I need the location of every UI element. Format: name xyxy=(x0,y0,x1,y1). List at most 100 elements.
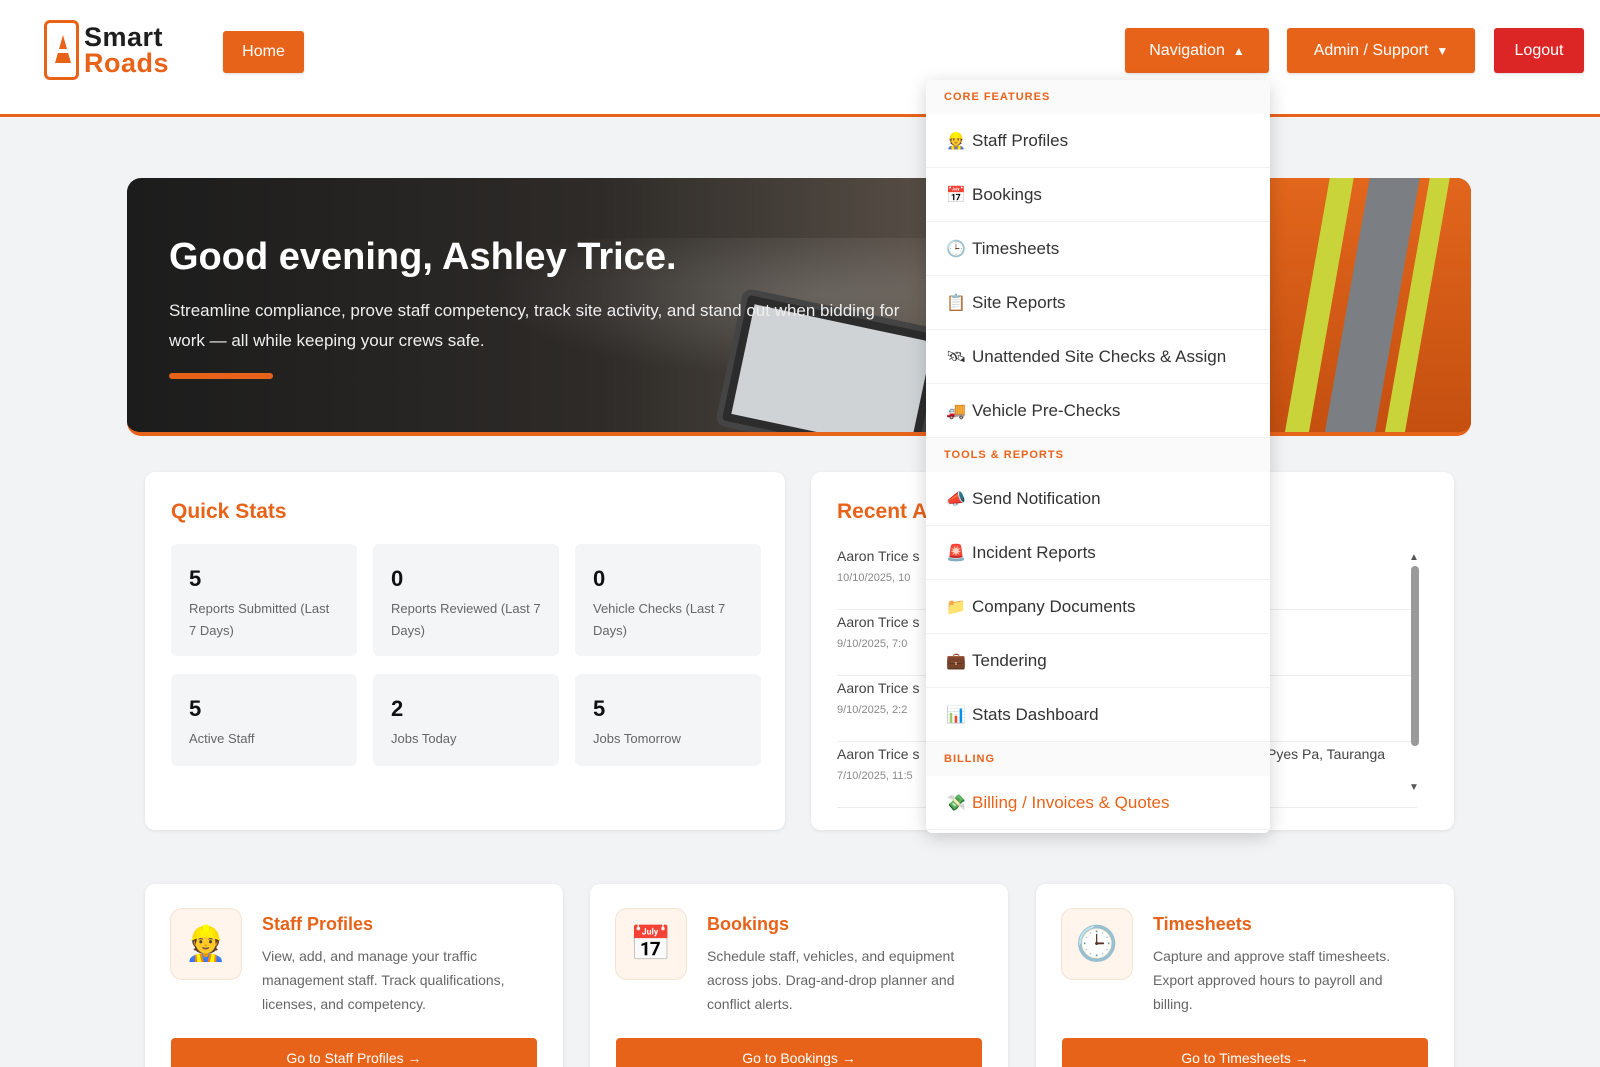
activity-scrollbar[interactable]: ▲ ▼ xyxy=(1409,552,1419,793)
folder-icon: 📁 xyxy=(946,598,966,616)
recent-activity-title: Recent A xyxy=(837,500,928,523)
satellite-icon: 🛰 xyxy=(946,348,967,366)
briefcase-icon: 💼 xyxy=(946,652,966,670)
feature-title: Bookings xyxy=(707,914,790,934)
feature-description: Schedule staff, vehicles, and equipment … xyxy=(707,948,955,1012)
stat-reports-reviewed: 0 Reports Reviewed (Last 7 Days) xyxy=(373,544,559,656)
menu-item-vehicle-pre-checks[interactable]: 🚚 Vehicle Pre-Checks xyxy=(926,384,1270,438)
bar-chart-icon: 📊 xyxy=(946,706,966,724)
stat-value: 0 xyxy=(391,566,404,591)
admin-support-label: Admin / Support xyxy=(1313,41,1429,59)
stat-label: Reports Reviewed (Last 7 Days) xyxy=(391,601,541,638)
menu-item-timesheets[interactable]: 🕒 Timesheets xyxy=(926,222,1270,276)
go-to-staff-profiles-button[interactable]: Go to Staff Profiles → xyxy=(171,1038,537,1067)
brand-line2: Roads xyxy=(84,48,170,78)
menu-item-label: Company Documents xyxy=(972,596,1136,616)
activity-text: Aaron Trice s xyxy=(837,746,920,762)
navigation-dropdown-menu: CORE FEATURES 👷 Staff Profiles 📅 Bookings … xyxy=(926,80,1270,833)
clock-icon: 🕒 xyxy=(1061,908,1133,980)
hero-safety-vest-image xyxy=(1267,178,1471,432)
menu-item-label: Timesheets xyxy=(972,238,1060,258)
menu-item-label: Incident Reports xyxy=(972,542,1096,562)
quick-stats-title: Quick Stats xyxy=(171,500,287,523)
admin-support-button[interactable]: Admin / Support ▼ xyxy=(1287,28,1475,73)
caret-up-icon: ▲ xyxy=(1232,43,1245,58)
megaphone-icon: 📣 xyxy=(946,490,966,508)
feature-card-timesheets: 🕒 Timesheets Capture and approve staff t… xyxy=(1036,884,1454,1067)
menu-item-billing[interactable]: 💸 Billing / Invoices & Quotes xyxy=(926,776,1270,830)
siren-icon: 🚨 xyxy=(946,544,966,562)
hero-accent-bar xyxy=(169,373,273,379)
menu-item-label: Bookings xyxy=(972,184,1042,204)
caret-down-icon: ▼ xyxy=(1436,43,1449,58)
stat-active-staff: 5 Active Staff xyxy=(171,674,357,766)
smart-roads-logo[interactable]: Smart Roads xyxy=(44,20,184,82)
menu-section-heading: CORE FEATURES xyxy=(926,80,1270,114)
go-to-bookings-button[interactable]: Go to Bookings → xyxy=(616,1038,982,1067)
go-to-timesheets-button[interactable]: Go to Timesheets → xyxy=(1062,1038,1428,1067)
scroll-down-icon[interactable]: ▼ xyxy=(1409,782,1419,793)
clipboard-icon: 📋 xyxy=(946,294,966,312)
menu-item-send-notification[interactable]: 📣 Send Notification xyxy=(926,472,1270,526)
money-icon: 💸 xyxy=(946,794,966,812)
logout-button[interactable]: Logout xyxy=(1494,28,1584,73)
phone-cone-icon xyxy=(44,20,79,80)
menu-item-tendering[interactable]: 💼 Tendering xyxy=(926,634,1270,688)
feature-card-staff-profiles: 👷 Staff Profiles View, add, and manage y… xyxy=(145,884,563,1067)
menu-item-stats-dashboard[interactable]: 📊 Stats Dashboard xyxy=(926,688,1270,742)
quick-stats-card: Quick Stats 5 Reports Submitted (Last 7 … xyxy=(145,472,785,830)
stat-reports-submitted: 5 Reports Submitted (Last 7 Days) xyxy=(171,544,357,656)
activity-text: Aaron Trice s xyxy=(837,680,920,696)
menu-item-unattended-site-checks[interactable]: 🛰 Unattended Site Checks & Assign xyxy=(926,330,1270,384)
feature-title: Timesheets xyxy=(1153,914,1252,934)
menu-item-site-reports[interactable]: 📋 Site Reports xyxy=(926,276,1270,330)
menu-item-company-documents[interactable]: 📁 Company Documents xyxy=(926,580,1270,634)
calendar-icon: 📅 xyxy=(615,908,687,980)
scrollbar-thumb[interactable] xyxy=(1411,566,1419,746)
feature-card-bookings: 📅 Bookings Schedule staff, vehicles, and… xyxy=(590,884,1008,1067)
stat-vehicle-checks: 0 Vehicle Checks (Last 7 Days) xyxy=(575,544,761,656)
activity-time: 9/10/2025, 7:0 xyxy=(837,638,908,650)
activity-time: 10/10/2025, 10 xyxy=(837,572,911,584)
stat-value: 5 xyxy=(189,566,202,591)
feature-description: View, add, and manage your traffic manag… xyxy=(262,948,505,1012)
menu-item-bookings[interactable]: 📅 Bookings xyxy=(926,168,1270,222)
stat-value: 5 xyxy=(593,696,606,721)
menu-item-staff-profiles[interactable]: 👷 Staff Profiles xyxy=(926,114,1270,168)
stat-label: Reports Submitted (Last 7 Days) xyxy=(189,601,330,638)
stat-jobs-today: 2 Jobs Today xyxy=(373,674,559,766)
menu-item-incident-reports[interactable]: 🚨 Incident Reports xyxy=(926,526,1270,580)
clock-icon: 🕒 xyxy=(946,240,966,258)
feature-description: Capture and approve staff timesheets. Ex… xyxy=(1153,948,1391,1012)
stat-label: Jobs Tomorrow xyxy=(593,731,681,746)
scroll-up-icon[interactable]: ▲ xyxy=(1409,552,1419,563)
menu-item-label: Unattended Site Checks & Assign xyxy=(972,346,1227,366)
worker-icon: 👷 xyxy=(946,132,966,150)
greeting-heading: Good evening, Ashley Trice. xyxy=(169,236,677,278)
hero-subtitle: Streamline compliance, prove staff compe… xyxy=(169,301,900,350)
navigation-label: Navigation xyxy=(1149,41,1225,59)
menu-item-label: Stats Dashboard xyxy=(972,704,1099,724)
stat-label: Jobs Today xyxy=(391,731,457,746)
stat-value: 5 xyxy=(189,696,202,721)
home-button[interactable]: Home xyxy=(223,31,304,73)
stat-label: Active Staff xyxy=(189,731,255,746)
stat-label: Vehicle Checks (Last 7 Days) xyxy=(593,601,726,638)
calendar-icon: 📅 xyxy=(946,186,966,204)
activity-location: Pyes Pa, Tauranga xyxy=(1267,746,1386,762)
menu-item-label: Vehicle Pre-Checks xyxy=(972,400,1121,420)
navigation-button[interactable]: Navigation ▲ xyxy=(1125,28,1269,73)
activity-time: 7/10/2025, 11:5 xyxy=(837,770,913,782)
worker-icon: 👷 xyxy=(170,908,242,980)
menu-section-heading: BILLING xyxy=(926,742,1270,776)
activity-text: Aaron Trice s xyxy=(837,614,920,630)
stat-value: 0 xyxy=(593,566,606,591)
stat-jobs-tomorrow: 5 Jobs Tomorrow xyxy=(575,674,761,766)
truck-icon: 🚚 xyxy=(946,402,966,420)
menu-item-label: Tendering xyxy=(972,650,1047,670)
menu-item-label: Billing / Invoices & Quotes xyxy=(972,792,1170,812)
stat-value: 2 xyxy=(391,696,404,721)
menu-item-label: Site Reports xyxy=(972,292,1066,312)
menu-item-label: Staff Profiles xyxy=(972,130,1069,150)
activity-text: Aaron Trice s xyxy=(837,548,920,564)
